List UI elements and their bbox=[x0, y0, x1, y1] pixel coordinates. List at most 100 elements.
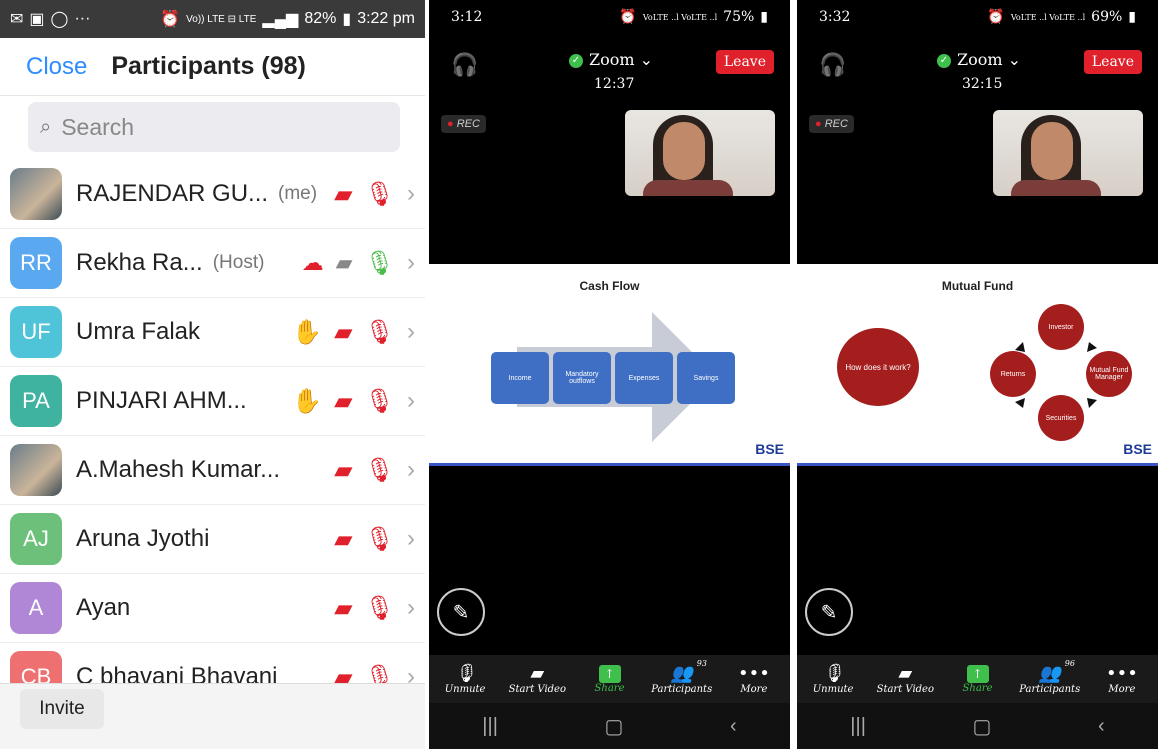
share-icon: ↑ bbox=[966, 664, 989, 683]
rec-label: REC bbox=[456, 118, 480, 130]
video-off-icon: ▰ bbox=[530, 663, 545, 684]
whatsapp-icon: ◯ bbox=[50, 11, 69, 28]
participant-row[interactable]: PA PINJARI AHM... ✋ ▰ 🎙 › bbox=[0, 367, 425, 436]
avatar bbox=[10, 444, 62, 496]
home-icon[interactable]: ▢ bbox=[605, 714, 624, 739]
participant-row[interactable]: UF Umra Falak ✋ ▰ 🎙 › bbox=[0, 298, 425, 367]
meeting-info-dropdown[interactable]: ✓ Zoom ⌄ bbox=[569, 50, 653, 69]
participant-name: Aruna Jyothi bbox=[76, 525, 210, 552]
participants-icon: 👥 96 bbox=[1038, 659, 1075, 684]
slide-center-circle: How does it work? bbox=[837, 328, 919, 406]
slide-box: Expenses bbox=[615, 352, 673, 404]
participant-row[interactable]: A Ayan ▰ 🎙 › bbox=[0, 574, 425, 643]
unmute-label: Unmute bbox=[444, 684, 486, 695]
leave-button[interactable]: Leave bbox=[1083, 50, 1142, 74]
chevron-right-icon: › bbox=[407, 387, 415, 414]
bse-logo: BSE bbox=[755, 441, 784, 457]
video-off-icon: ▰ bbox=[334, 525, 353, 553]
app-label: Zoom bbox=[957, 50, 1003, 69]
mic-muted-icon: 🎙 bbox=[364, 456, 395, 484]
video-off-icon: ▰ bbox=[334, 318, 353, 346]
participants-screen: ✉ ▣ ◯ ··· ⏰ Vo)) LTE ⊟ LTE ▂▄▆ 82% ▮ 3:2… bbox=[0, 0, 425, 749]
participants-button[interactable]: 👥 96 Participants bbox=[1014, 655, 1086, 703]
unmute-button[interactable]: 🎙 Unmute bbox=[429, 655, 501, 703]
network-indicators: VoLTE ..l VoLTE ..l bbox=[1010, 12, 1086, 22]
participant-name: RAJENDAR GU... bbox=[76, 180, 269, 207]
audio-switch-icon[interactable]: 🎧 bbox=[819, 52, 846, 78]
record-dot-icon: ● bbox=[815, 118, 822, 130]
start-video-button[interactable]: ▰ Start Video bbox=[869, 655, 941, 703]
home-icon[interactable]: ▢ bbox=[973, 714, 992, 739]
search-placeholder: Search bbox=[61, 113, 135, 140]
leave-button[interactable]: Leave bbox=[715, 50, 774, 74]
more-button[interactable]: ••• More bbox=[1086, 655, 1158, 703]
mic-muted-icon: 🎙 bbox=[364, 525, 395, 553]
participants-label: Participants bbox=[651, 684, 713, 695]
participants-button[interactable]: 👥 93 Participants bbox=[646, 655, 718, 703]
share-label: Share bbox=[962, 682, 993, 694]
chevron-right-icon: › bbox=[407, 249, 415, 276]
battery-percent: 75% bbox=[723, 9, 755, 25]
slide-box: Income bbox=[491, 352, 549, 404]
participant-role-tag: (me) bbox=[278, 183, 318, 204]
back-icon[interactable]: ‹ bbox=[730, 715, 737, 738]
meeting-screen-mutual-fund: 3:32 ⏰ VoLTE ..l VoLTE ..l 69% ▮ 🎧 ✓ Zoom… bbox=[797, 0, 1158, 749]
battery-icon: ▮ bbox=[342, 11, 352, 28]
close-button[interactable]: Close bbox=[26, 53, 87, 81]
start-video-label: Start Video bbox=[508, 684, 566, 695]
more-icon: ••• bbox=[737, 663, 770, 684]
slide-title: Cash Flow bbox=[579, 279, 640, 293]
participants-count: 96 bbox=[1064, 659, 1075, 668]
slide-box: Savings bbox=[677, 352, 735, 404]
speaker-video[interactable] bbox=[993, 110, 1143, 196]
back-icon[interactable]: ‹ bbox=[1098, 715, 1105, 738]
speaker-video[interactable] bbox=[625, 110, 775, 196]
bse-logo: BSE bbox=[1123, 441, 1152, 457]
recents-icon[interactable]: ||| bbox=[482, 715, 498, 738]
participant-row[interactable]: RAJENDAR GU... (me) ▰ 🎙 › bbox=[0, 160, 425, 229]
unmute-button[interactable]: 🎙 Unmute bbox=[797, 655, 869, 703]
android-nav-bar: ||| ▢ ‹ bbox=[797, 703, 1158, 749]
search-icon: ⌕ bbox=[40, 115, 52, 138]
rec-label: REC bbox=[824, 118, 848, 130]
chevron-right-icon: › bbox=[407, 318, 415, 345]
search-input[interactable]: ⌕ Search bbox=[28, 102, 400, 152]
audio-switch-icon[interactable]: 🎧 bbox=[451, 52, 478, 78]
participant-row[interactable]: A.Mahesh Kumar... ▰ 🎙 › bbox=[0, 436, 425, 505]
meeting-toolbar: 🎙 Unmute ▰ Start Video ↑ Share 👥 93 Participa… bbox=[429, 655, 790, 703]
meeting-info-dropdown[interactable]: ✓ Zoom ⌄ bbox=[937, 50, 1021, 69]
recents-icon[interactable]: ||| bbox=[850, 715, 866, 738]
page-title: Participants (98) bbox=[111, 52, 306, 80]
start-video-label: Start Video bbox=[876, 684, 934, 695]
participant-role-tag: (Host) bbox=[212, 252, 265, 273]
shield-icon: ✓ bbox=[569, 53, 583, 68]
video-on-icon: ▰ bbox=[335, 250, 353, 275]
alarm-icon: ⏰ bbox=[987, 9, 1005, 25]
annotate-pen-button[interactable]: ✎ bbox=[805, 588, 853, 636]
start-video-button[interactable]: ▰ Start Video bbox=[501, 655, 573, 703]
annotate-pen-button[interactable]: ✎ bbox=[437, 588, 485, 636]
record-dot-icon: ● bbox=[447, 118, 454, 130]
meeting-header: 🎧 ✓ Zoom ⌄ 32:15 Leave bbox=[797, 34, 1158, 94]
video-clothing bbox=[643, 180, 733, 196]
invite-button[interactable]: Invite bbox=[20, 689, 104, 729]
share-button[interactable]: ↑ Share bbox=[573, 655, 645, 703]
slide-title: Mutual Fund bbox=[941, 279, 1014, 293]
participant-name: A.Mahesh Kumar... bbox=[76, 456, 281, 483]
avatar: A bbox=[10, 582, 62, 634]
more-button[interactable]: ••• More bbox=[718, 655, 790, 703]
participants-label: Participants bbox=[1019, 684, 1081, 695]
participants-header: Close Participants (98) bbox=[0, 38, 425, 96]
raised-hand-icon: ✋ bbox=[292, 318, 323, 346]
more-label: More bbox=[740, 684, 768, 695]
video-clothing bbox=[1011, 180, 1101, 196]
chevron-right-icon: › bbox=[407, 525, 415, 552]
shared-slide: Cash Flow Income Mandatory outflows Expe… bbox=[429, 264, 790, 466]
recording-badge: ● REC bbox=[441, 115, 486, 133]
video-face bbox=[1031, 122, 1073, 180]
participant-row[interactable]: RR Rekha Ra... (Host) ☁ ▰ 🎙 › bbox=[0, 229, 425, 298]
participant-row[interactable]: AJ Aruna Jyothi ▰ 🎙 › bbox=[0, 505, 425, 574]
chevron-right-icon: › bbox=[407, 180, 415, 207]
status-bar: 3:32 ⏰ VoLTE ..l VoLTE ..l 69% ▮ bbox=[797, 0, 1158, 34]
share-button[interactable]: ↑ Share bbox=[941, 655, 1013, 703]
